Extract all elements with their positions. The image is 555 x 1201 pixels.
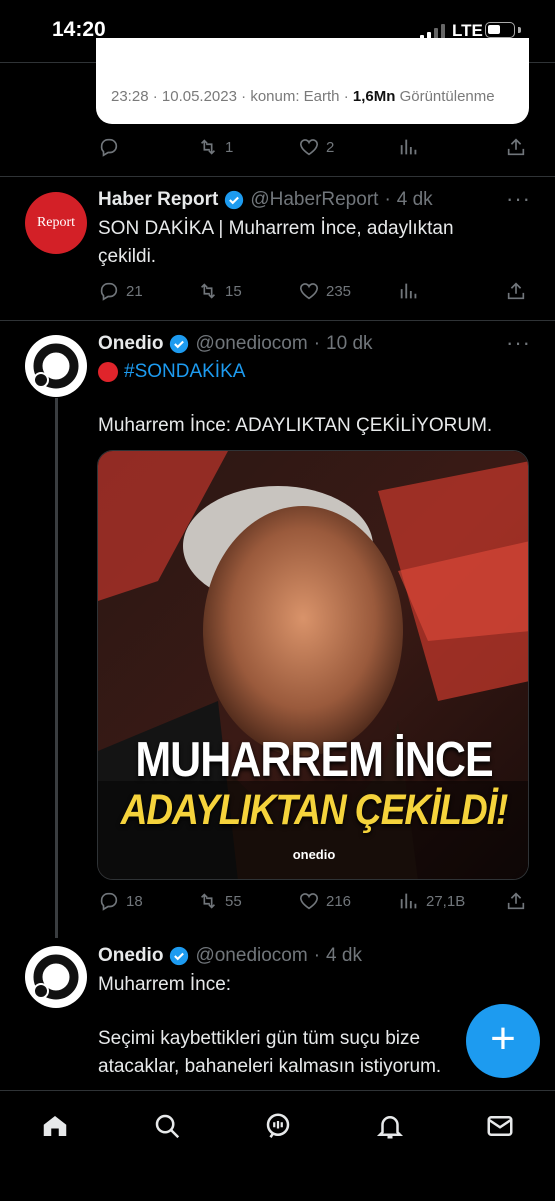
like-count: 235 bbox=[326, 282, 352, 300]
like-button[interactable]: 2 bbox=[298, 136, 334, 158]
home-icon[interactable] bbox=[40, 1111, 70, 1141]
onedio-logo-icon bbox=[33, 343, 79, 389]
spaces-icon[interactable] bbox=[263, 1111, 293, 1141]
more-options-icon[interactable]: ··· bbox=[506, 330, 531, 356]
plus-icon: + bbox=[490, 1014, 516, 1063]
retweet-count: 15 bbox=[225, 282, 242, 300]
dot-separator: · bbox=[313, 333, 321, 354]
dot-separator: · bbox=[384, 189, 391, 210]
quoted-tweet-card[interactable] bbox=[96, 38, 529, 124]
reply-icon bbox=[100, 138, 118, 157]
share-icon bbox=[507, 138, 525, 156]
onedio-logo-icon bbox=[33, 954, 79, 1000]
heart-icon bbox=[299, 139, 319, 156]
heart-icon bbox=[299, 283, 319, 300]
thread-line bbox=[55, 398, 58, 938]
image-headline-line2: ADAYLIKTAN ÇEKİLDİ! bbox=[120, 785, 509, 833]
avatar-haber-report[interactable]: Report bbox=[25, 192, 87, 254]
avatar-text: Report bbox=[36, 215, 76, 230]
tweet-header: Onedio @onediocom · 10 dk bbox=[98, 333, 373, 355]
tweet-header: Onedio @onediocom · 4 dk bbox=[98, 945, 362, 967]
analytics-icon bbox=[400, 283, 417, 299]
views-button[interactable]: 27,1B bbox=[398, 890, 465, 912]
tweet-text: SON DAKİKA | Muharrem İnce, adaylıktan ç… bbox=[98, 218, 454, 267]
tweet-header: Haber Report @HaberReport · 4 dk bbox=[98, 189, 433, 211]
retweet-count: 1 bbox=[225, 138, 234, 156]
quote-location: konum: Earth bbox=[250, 88, 340, 105]
compose-tweet-button[interactable]: + bbox=[466, 1004, 540, 1078]
verified-badge-icon bbox=[225, 190, 244, 210]
share-button[interactable] bbox=[505, 280, 527, 302]
verified-badge-icon bbox=[170, 334, 189, 354]
hashtag-link[interactable]: #SONDAKİKA bbox=[124, 358, 245, 386]
search-icon[interactable] bbox=[152, 1111, 182, 1141]
retweet-icon bbox=[200, 139, 216, 155]
retweet-icon bbox=[200, 283, 216, 299]
author-name[interactable]: Haber Report bbox=[98, 189, 218, 211]
quote-time: 23:28 bbox=[111, 88, 149, 105]
messages-mail-icon[interactable] bbox=[485, 1111, 515, 1141]
share-icon bbox=[507, 282, 525, 300]
retweet-button[interactable]: 55 bbox=[197, 890, 242, 912]
analytics-icon bbox=[400, 139, 417, 155]
like-button[interactable]: 235 bbox=[298, 280, 351, 302]
reply-icon bbox=[100, 892, 118, 911]
divider bbox=[0, 320, 555, 321]
avatar-onedio[interactable] bbox=[25, 946, 87, 1008]
red-circle-icon bbox=[98, 362, 118, 382]
views-button[interactable] bbox=[398, 136, 420, 158]
avatar-onedio[interactable] bbox=[25, 335, 87, 397]
tweet-image[interactable]: MUHARREM İNCE ADAYLIKTAN ÇEKİLDİ! onedio bbox=[97, 450, 529, 880]
reply-button[interactable]: 21 bbox=[98, 280, 143, 302]
views-button[interactable] bbox=[398, 280, 420, 302]
image-brand-watermark: onedio bbox=[292, 847, 336, 862]
divider bbox=[0, 176, 555, 177]
like-count: 216 bbox=[326, 892, 352, 910]
share-button[interactable] bbox=[505, 136, 527, 158]
battery-icon bbox=[485, 22, 515, 38]
like-button[interactable]: 216 bbox=[298, 890, 351, 912]
author-handle[interactable]: @HaberReport bbox=[250, 189, 378, 211]
tweet-time[interactable]: 10 dk bbox=[326, 333, 372, 355]
author-name[interactable]: Onedio bbox=[98, 945, 163, 967]
quote-date: 10.05.2023 bbox=[161, 88, 237, 105]
author-handle[interactable]: @onediocom bbox=[195, 333, 307, 355]
tweet-text-line1: Muharrem İnce: bbox=[98, 974, 232, 995]
reply-button[interactable]: 18 bbox=[98, 890, 143, 912]
share-icon bbox=[507, 892, 525, 910]
battery-tip bbox=[518, 27, 521, 33]
image-headline-line1: MUHARREM İNCE bbox=[135, 732, 493, 788]
views-count: 27,1B bbox=[426, 892, 466, 910]
heart-icon bbox=[299, 893, 319, 910]
reply-count: 18 bbox=[126, 892, 143, 910]
hashtag-line: #SONDAKİKA bbox=[98, 358, 245, 386]
tweet-text: Muharrem İnce: ADAYLIKTAN ÇEKİLİYORUM. bbox=[98, 415, 493, 436]
like-count: 2 bbox=[326, 138, 335, 156]
tweet-time[interactable]: 4 dk bbox=[397, 189, 433, 211]
reply-count: 21 bbox=[126, 282, 143, 300]
reply-button[interactable] bbox=[98, 136, 126, 158]
retweet-button[interactable]: 1 bbox=[197, 136, 233, 158]
retweet-icon bbox=[200, 893, 216, 909]
bottom-tab-bar bbox=[0, 1090, 555, 1201]
author-handle[interactable]: @onediocom bbox=[195, 945, 307, 967]
more-options-icon[interactable]: ··· bbox=[506, 186, 531, 212]
retweet-button[interactable]: 15 bbox=[197, 280, 242, 302]
tweet-time[interactable]: 4 dk bbox=[326, 945, 362, 967]
dot-separator: · bbox=[313, 945, 321, 966]
reply-icon bbox=[100, 282, 118, 301]
quote-views-count: 1,6Mn bbox=[352, 88, 396, 105]
notifications-bell-icon[interactable] bbox=[375, 1111, 405, 1141]
author-name[interactable]: Onedio bbox=[98, 333, 163, 355]
retweet-count: 55 bbox=[225, 892, 242, 910]
tweet-text-line2: Seçimi kaybettikleri gün tüm suçu bize a… bbox=[98, 1028, 442, 1077]
analytics-icon bbox=[400, 893, 417, 909]
quoted-tweet-meta: 23:28 · 10.05.2023 · konum: Earth · 1,6M… bbox=[111, 88, 495, 105]
share-button[interactable] bbox=[505, 890, 527, 912]
verified-badge-icon bbox=[170, 946, 189, 966]
quote-views-label: Görüntülenme bbox=[399, 88, 495, 105]
